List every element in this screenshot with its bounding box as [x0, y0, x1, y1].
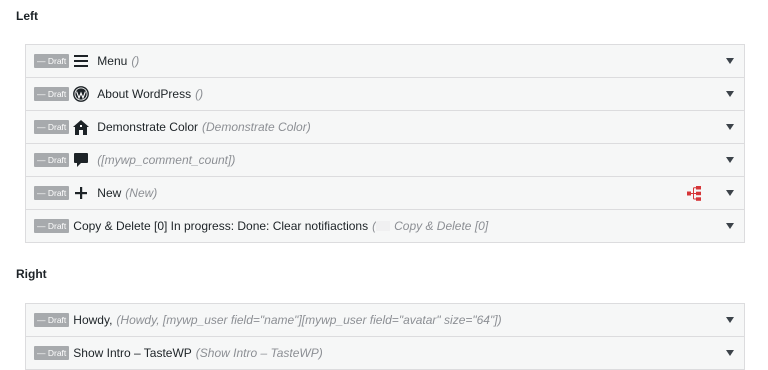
chevron-down-icon[interactable]: [726, 317, 734, 323]
item-subtitle: (Demonstrate Color): [202, 120, 311, 134]
chevron-down-icon[interactable]: [726, 58, 734, 64]
list-item-new[interactable]: — Draft New (New): [26, 177, 744, 210]
draft-badge: — Draft: [34, 87, 70, 101]
item-title: Menu: [97, 54, 128, 68]
list-item-copy-delete[interactable]: — Draft Copy & Delete [0] In progress: D…: [26, 210, 744, 243]
item-subtitle: ([mywp_comment_count]): [97, 153, 236, 167]
draft-badge: — Draft: [34, 313, 70, 327]
left-section-heading: Left: [16, 9, 38, 23]
item-subtitle: (New): [125, 186, 158, 200]
left-items-list: — Draft Menu () — Draft About WordPress …: [25, 44, 745, 243]
chevron-down-icon[interactable]: [726, 223, 734, 229]
sitemap-icon[interactable]: [687, 186, 701, 204]
item-title: New: [97, 186, 122, 200]
item-title: Howdy,: [73, 313, 113, 327]
draft-badge: — Draft: [34, 346, 70, 360]
wordpress-icon: [73, 86, 90, 102]
list-item-show-intro[interactable]: — Draft Show Intro – TasteWP (Show Intro…: [26, 337, 744, 370]
item-subtitle: Copy & Delete [0]: [394, 219, 489, 233]
item-title: About WordPress: [97, 87, 192, 101]
home-icon: [73, 119, 90, 135]
list-item-howdy[interactable]: — Draft Howdy, (Howdy, [mywp_user field=…: [26, 304, 744, 337]
list-item-comment-count[interactable]: — Draft ([mywp_comment_count]): [26, 144, 744, 177]
list-item-about-wordpress[interactable]: — Draft About WordPress (): [26, 78, 744, 111]
empty-icon-placeholder: [376, 221, 391, 231]
draft-badge: — Draft: [34, 219, 70, 233]
chevron-down-icon[interactable]: [726, 91, 734, 97]
chevron-down-icon[interactable]: [726, 190, 734, 196]
menu-icon: [73, 53, 89, 69]
chevron-down-icon[interactable]: [726, 157, 734, 163]
draft-badge: — Draft: [34, 120, 70, 134]
item-subtitle: (Show Intro – TasteWP): [195, 346, 323, 360]
plus-icon: [73, 185, 89, 201]
chevron-down-icon[interactable]: [726, 350, 734, 356]
item-title: Copy & Delete [0] In progress: Done: Cle…: [73, 219, 369, 233]
list-item-demonstrate-color[interactable]: — Draft Demonstrate Color (Demonstrate C…: [26, 111, 744, 144]
list-item-menu[interactable]: — Draft Menu (): [26, 45, 744, 78]
comment-icon: [73, 152, 89, 168]
item-subtitle: (Howdy, [mywp_user field="name"][mywp_us…: [116, 313, 502, 327]
item-title: Show Intro – TasteWP: [73, 346, 192, 360]
right-items-list: — Draft Howdy, (Howdy, [mywp_user field=…: [25, 303, 745, 370]
item-subtitle: (): [131, 54, 140, 68]
chevron-down-icon[interactable]: [726, 124, 734, 130]
item-title: Demonstrate Color: [97, 120, 198, 134]
draft-badge: — Draft: [34, 54, 70, 68]
draft-badge: — Draft: [34, 186, 70, 200]
right-section-heading: Right: [16, 267, 47, 281]
item-subtitle: (): [195, 87, 204, 101]
draft-badge: — Draft: [34, 153, 70, 167]
